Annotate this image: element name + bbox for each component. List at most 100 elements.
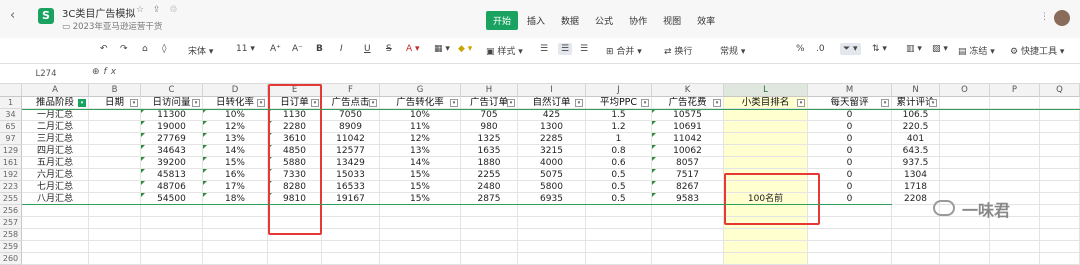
table-cell[interactable]: 3215: [518, 145, 586, 157]
table-cell[interactable]: 16533: [322, 181, 380, 193]
table-cell[interactable]: 七月汇总: [22, 181, 89, 193]
empty-cell[interactable]: [518, 229, 586, 241]
empty-cell[interactable]: [518, 217, 586, 229]
table-cell[interactable]: [724, 145, 808, 157]
empty-cell[interactable]: [203, 253, 268, 265]
table-cell[interactable]: 39200: [141, 157, 203, 169]
header-cell[interactable]: 自然订单 ▾: [518, 97, 586, 109]
empty-cell[interactable]: [940, 133, 990, 145]
empty-cell[interactable]: [518, 253, 586, 265]
table-cell[interactable]: 10062: [652, 145, 724, 157]
empty-cell[interactable]: [203, 241, 268, 253]
filter-dropdown-icon[interactable]: ▾: [450, 99, 458, 107]
empty-cell[interactable]: [518, 241, 586, 253]
empty-cell[interactable]: [808, 205, 892, 217]
header-cell[interactable]: 广告订单 ▾: [461, 97, 518, 109]
row-number[interactable]: 257: [0, 217, 22, 229]
empty-cell[interactable]: [892, 217, 940, 229]
empty-cell[interactable]: [203, 217, 268, 229]
increase-font-icon[interactable]: A⁺: [270, 44, 281, 54]
table-cell[interactable]: 0.5: [586, 169, 652, 181]
column-header-f[interactable]: F: [322, 84, 380, 97]
italic-icon[interactable]: I: [340, 44, 343, 54]
format-painter-icon[interactable]: ⌂: [142, 44, 148, 54]
table-cell[interactable]: 1300: [518, 121, 586, 133]
empty-cell[interactable]: [380, 205, 461, 217]
empty-cell[interactable]: [940, 181, 990, 193]
empty-cell[interactable]: [1040, 241, 1080, 253]
more-icon[interactable]: ⋮: [1040, 12, 1049, 22]
empty-cell[interactable]: [22, 217, 89, 229]
table-cell[interactable]: 17%: [203, 181, 268, 193]
column-header-d[interactable]: D: [203, 84, 268, 97]
table-cell[interactable]: 0: [808, 145, 892, 157]
empty-cell[interactable]: [89, 217, 141, 229]
header-cell[interactable]: 日期 ▾: [89, 97, 141, 109]
empty-cell[interactable]: [1040, 121, 1080, 133]
empty-cell[interactable]: [990, 253, 1040, 265]
empty-cell[interactable]: [1040, 169, 1080, 181]
freeze-button[interactable]: ▤ 冻结 ▾: [958, 44, 995, 57]
column-header-q[interactable]: Q: [1040, 84, 1080, 97]
table-cell[interactable]: 15%: [203, 157, 268, 169]
empty-cell[interactable]: [808, 229, 892, 241]
empty-cell[interactable]: [652, 205, 724, 217]
table-cell[interactable]: 2208: [892, 193, 940, 205]
row-number[interactable]: 34: [0, 109, 22, 121]
empty-cell[interactable]: [322, 253, 380, 265]
table-cell[interactable]: 13429: [322, 157, 380, 169]
empty-cell[interactable]: [990, 157, 1040, 169]
empty-cell[interactable]: [990, 169, 1040, 181]
empty-cell[interactable]: [141, 253, 203, 265]
table-cell[interactable]: 1304: [892, 169, 940, 181]
empty-cell[interactable]: [380, 217, 461, 229]
back-icon[interactable]: ‹: [10, 8, 15, 23]
empty-cell[interactable]: [940, 109, 990, 121]
column-header-j[interactable]: J: [586, 84, 652, 97]
merge-button[interactable]: ⊞ 合并 ▾: [606, 44, 642, 57]
column-header-l[interactable]: L: [724, 84, 808, 97]
table-cell[interactable]: 705: [461, 109, 518, 121]
empty-cell[interactable]: [380, 229, 461, 241]
table-cell[interactable]: 1: [586, 133, 652, 145]
empty-cell[interactable]: [940, 145, 990, 157]
empty-cell[interactable]: [940, 97, 990, 109]
table-cell[interactable]: 13%: [380, 145, 461, 157]
empty-cell[interactable]: [1040, 229, 1080, 241]
table-cell[interactable]: 10%: [203, 109, 268, 121]
table-cell[interactable]: 34643: [141, 145, 203, 157]
table-cell[interactable]: 12%: [380, 133, 461, 145]
empty-cell[interactable]: [1040, 217, 1080, 229]
column-header-n[interactable]: N: [892, 84, 940, 97]
table-cell[interactable]: [89, 181, 141, 193]
fx-icon[interactable]: fx: [104, 67, 121, 77]
empty-cell[interactable]: [940, 229, 990, 241]
empty-cell[interactable]: [22, 253, 89, 265]
table-cell[interactable]: 一月汇总: [22, 109, 89, 121]
table-cell[interactable]: 7517: [652, 169, 724, 181]
table-cell[interactable]: 643.5: [892, 145, 940, 157]
table-cell[interactable]: 45813: [141, 169, 203, 181]
filter-dropdown-icon[interactable]: ▾: [929, 99, 937, 107]
table-cell[interactable]: 15033: [322, 169, 380, 181]
empty-cell[interactable]: [892, 229, 940, 241]
table-cell[interactable]: 19000: [141, 121, 203, 133]
empty-cell[interactable]: [940, 121, 990, 133]
clear-format-icon[interactable]: ◊: [162, 44, 166, 54]
tab-data[interactable]: 数据: [554, 11, 586, 30]
empty-cell[interactable]: [724, 241, 808, 253]
column-header-m[interactable]: M: [808, 84, 892, 97]
table-cell[interactable]: 10691: [652, 121, 724, 133]
empty-cell[interactable]: [461, 229, 518, 241]
empty-cell[interactable]: [141, 205, 203, 217]
empty-cell[interactable]: [990, 145, 1040, 157]
column-header-o[interactable]: O: [940, 84, 990, 97]
empty-cell[interactable]: [322, 217, 380, 229]
tab-insert[interactable]: 插入: [520, 11, 552, 30]
header-cell[interactable]: 每天留评 ▾: [808, 97, 892, 109]
table-cell[interactable]: 15%: [380, 181, 461, 193]
number-format-select[interactable]: 常规 ▾: [720, 44, 745, 57]
font-size-select[interactable]: 11 ▾: [236, 44, 255, 54]
table-cell[interactable]: 11300: [141, 109, 203, 121]
empty-cell[interactable]: [203, 205, 268, 217]
